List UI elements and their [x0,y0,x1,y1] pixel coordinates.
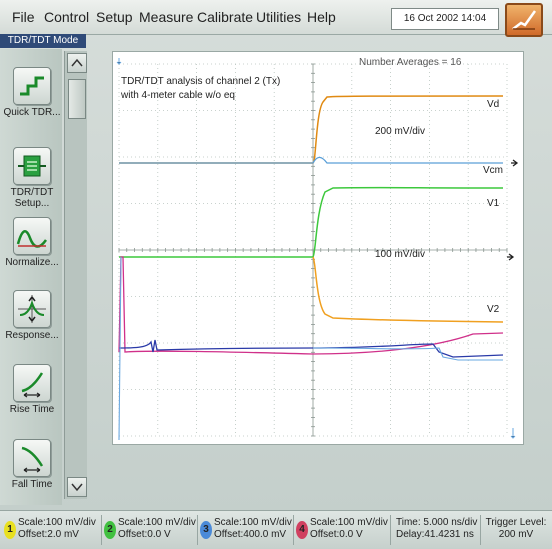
tool-label: Fall Time [11,479,53,490]
number-averages: Number Averages = 16 [359,57,462,68]
channel-2-info[interactable]: 2 Scale:100 mV/div Offset:0.0 V [102,514,198,546]
scale-label-upper: 200 mV/div [375,126,426,137]
waveform-display[interactable]: TDR/TDT analysis of channel 2 (Tx) with … [112,51,524,445]
tool-label: Response... [5,330,59,341]
tool-label: Rise Time [9,404,55,415]
normalize-icon [13,217,51,255]
response-icon [13,290,51,328]
tool-label: TDR/TDT Setup... [10,187,54,209]
annotation-line-2: with 4-meter cable w/o eq [121,90,235,101]
trace-label-vd: Vd [487,99,500,110]
channel-2-offset: Offset:0.0 V [118,529,171,540]
trace-v2 [312,256,504,323]
channel-marker-lower [507,253,515,261]
scale-label-lower: 100 mV/div [375,249,426,260]
menu-utilities[interactable]: Utilities [256,9,301,25]
waveform-app-icon[interactable] [505,3,543,37]
status-bar: 1 Scale:100 mV/div Offset:2.0 mV 2 Scale:… [0,510,552,549]
annotation-line-1: TDR/TDT analysis of channel 2 (Tx) [121,76,281,87]
channel-1-badge: 1 [4,521,16,539]
channel-3-info[interactable]: 3 Scale:100 mV/div Offset:400.0 mV [198,514,294,546]
tdr-setup-icon [13,147,51,185]
trace-label-v2: V2 [487,304,500,315]
delay-value: Delay:41.4231 ns [396,529,474,540]
menu-help[interactable]: Help [307,9,336,25]
channel-4-offset: Offset:0.0 V [310,529,363,540]
date-time-display: 16 Oct 2002 14:04 [391,8,499,30]
toolbar-scrollbar[interactable] [64,51,87,499]
scope-application: File Control Setup Measure Calibrate Uti… [0,0,552,549]
scroll-down-arrow[interactable] [67,477,87,497]
channel-4-badge: 4 [296,521,308,539]
scroll-up-arrow[interactable] [67,53,87,73]
channel-4-text: Scale:100 mV/div Offset:0.0 V [310,517,388,541]
left-toolbar: Quick TDR... TDR/TDT Setup... Normalize.… [0,49,62,505]
channel-4-info[interactable]: 4 Scale:100 mV/div Offset:0.0 V [294,514,390,546]
channel-4-scale: Scale:100 mV/div [310,517,388,528]
trigger-text: Trigger Level: 200 mV [484,517,548,541]
menu-control[interactable]: Control [44,9,89,25]
timebase-info[interactable]: Time: 5.000 ns/div Delay:41.4231 ns [394,514,478,546]
trace-label-vcm: Vcm [483,165,503,176]
scroll-thumb[interactable] [68,79,86,119]
tool-label: Normalize... [5,257,59,268]
trigger-value: 200 mV [498,529,534,540]
channel-1-offset: Offset:2.0 mV [18,529,79,540]
tool-label: Quick TDR... [3,107,61,118]
channel-2-badge: 2 [104,521,116,539]
top-arrow-marker [116,58,122,65]
quick-tdr-icon [13,67,51,105]
channel-1-scale: Scale:100 mV/div [18,517,96,528]
trace-label-v1: V1 [487,198,500,209]
waveform-plot [116,58,519,441]
trace-vcm [119,156,503,164]
graticule-grid [118,63,508,437]
trigger-info[interactable]: Trigger Level: 200 mV [482,514,550,546]
channel-3-scale: Scale:100 mV/div [214,517,292,528]
status-divider [390,515,391,545]
time-per-div: Time: 5.000 ns/div [396,517,478,528]
channel-3-badge: 3 [200,521,212,539]
menu-bar: File Control Setup Measure Calibrate Uti… [0,0,552,37]
fall-time-icon [13,439,51,477]
channel-3-offset: Offset:400.0 mV [214,529,287,540]
menu-measure[interactable]: Measure [139,9,193,25]
bottom-arrow-marker [510,428,516,439]
channel-1-info[interactable]: 1 Scale:100 mV/div Offset:2.0 mV [2,514,102,546]
channel-3-text: Scale:100 mV/div Offset:400.0 mV [214,517,292,541]
channel-2-scale: Scale:100 mV/div [118,517,196,528]
channel-2-text: Scale:100 mV/div Offset:0.0 V [118,517,196,541]
rise-time-icon [13,364,51,402]
timebase-text: Time: 5.000 ns/div Delay:41.4231 ns [396,517,477,541]
menu-file[interactable]: File [12,9,35,25]
menu-setup[interactable]: Setup [96,9,133,25]
trigger-label: Trigger Level: [485,517,547,528]
channel-marker-upper [511,159,519,167]
status-divider [480,515,481,545]
mode-label: TDR/TDT Mode [0,34,86,48]
menu-calibrate[interactable]: Calibrate [197,9,253,25]
channel-1-text: Scale:100 mV/div Offset:2.0 mV [18,517,96,541]
